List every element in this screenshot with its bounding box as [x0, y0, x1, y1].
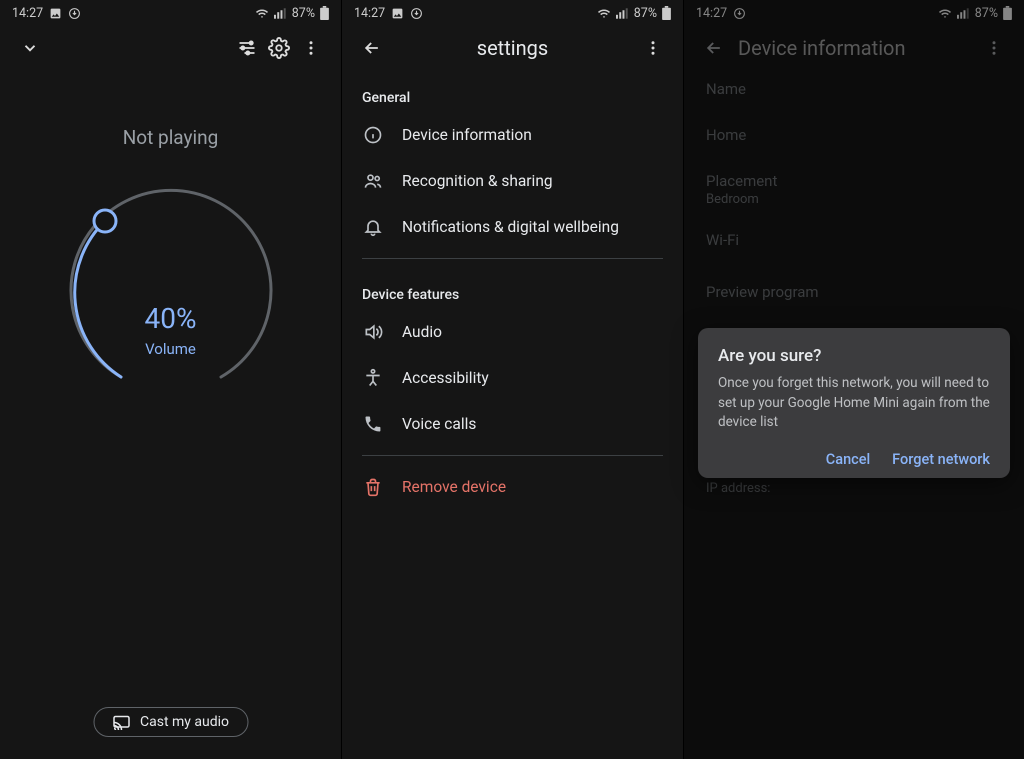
status-bar: 14:27 87% [0, 0, 341, 26]
more-vert-icon[interactable] [637, 32, 669, 64]
cancel-button[interactable]: Cancel [826, 451, 870, 468]
gear-icon[interactable] [263, 32, 295, 64]
item-recognition-sharing[interactable]: Recognition & sharing [342, 158, 683, 204]
wifi-icon [597, 8, 611, 19]
divider [362, 258, 663, 259]
forget-network-button[interactable]: Forget network [892, 451, 990, 468]
screen-settings: 14:27 87% settings General [341, 0, 683, 759]
image-icon [391, 7, 404, 20]
app-bar [0, 26, 341, 70]
volume-dial[interactable]: 40% Volume [61, 177, 281, 397]
phone-icon [362, 413, 384, 435]
divider [362, 455, 663, 456]
downloading-icon [410, 7, 423, 20]
app-bar: settings [342, 26, 683, 70]
item-accessibility[interactable]: Accessibility [342, 355, 683, 401]
status-time: 14:27 [354, 6, 385, 21]
now-playing-label: Not playing [0, 126, 341, 149]
status-battery: 87% [634, 6, 657, 21]
bell-icon [362, 216, 384, 238]
confirm-dialog: Are you sure? Once you forget this netwo… [698, 328, 1010, 478]
status-battery: 87% [292, 6, 315, 21]
item-audio[interactable]: Audio [342, 309, 683, 355]
signal-icon [274, 8, 287, 19]
screen-now-playing: 14:27 87% [0, 0, 341, 759]
downloading-icon [68, 7, 81, 20]
cast-audio-button[interactable]: Cast my audio [93, 707, 248, 737]
item-label: Device information [402, 126, 532, 144]
accessibility-icon [362, 367, 384, 389]
status-bar: 14:27 87% [342, 0, 683, 26]
speaker-icon [362, 321, 384, 343]
people-icon [362, 170, 384, 192]
volume-label: Volume [61, 340, 281, 358]
image-icon [49, 7, 62, 20]
equalizer-icon[interactable] [231, 32, 263, 64]
page-title: settings [388, 36, 637, 60]
cast-icon [112, 715, 130, 730]
item-notifications[interactable]: Notifications & digital wellbeing [342, 204, 683, 250]
trash-icon [362, 476, 384, 498]
section-header-general: General [342, 70, 683, 112]
dialog-title: Are you sure? [718, 346, 990, 366]
item-label: Accessibility [402, 369, 489, 387]
item-voice-calls[interactable]: Voice calls [342, 401, 683, 447]
info-icon [362, 124, 384, 146]
screen-device-info: 14:27 87% Device information Name Home [683, 0, 1024, 759]
battery-icon [662, 6, 671, 20]
item-label: Voice calls [402, 415, 476, 433]
status-time: 14:27 [12, 6, 43, 21]
item-label: Remove device [402, 478, 506, 496]
chevron-down-icon[interactable] [14, 32, 46, 64]
more-vert-icon[interactable] [295, 32, 327, 64]
section-header-features: Device features [342, 267, 683, 309]
cast-audio-label: Cast my audio [140, 714, 229, 730]
battery-icon [320, 6, 329, 20]
item-label: Recognition & sharing [402, 172, 553, 190]
dialog-message: Once you forget this network, you will n… [718, 374, 990, 433]
volume-percent: 40% [61, 302, 281, 335]
item-label: Audio [402, 323, 442, 341]
item-label: Notifications & digital wellbeing [402, 218, 619, 236]
item-device-information[interactable]: Device information [342, 112, 683, 158]
back-arrow-icon[interactable] [356, 32, 388, 64]
wifi-icon [255, 8, 269, 19]
signal-icon [616, 8, 629, 19]
item-remove-device[interactable]: Remove device [342, 464, 683, 510]
